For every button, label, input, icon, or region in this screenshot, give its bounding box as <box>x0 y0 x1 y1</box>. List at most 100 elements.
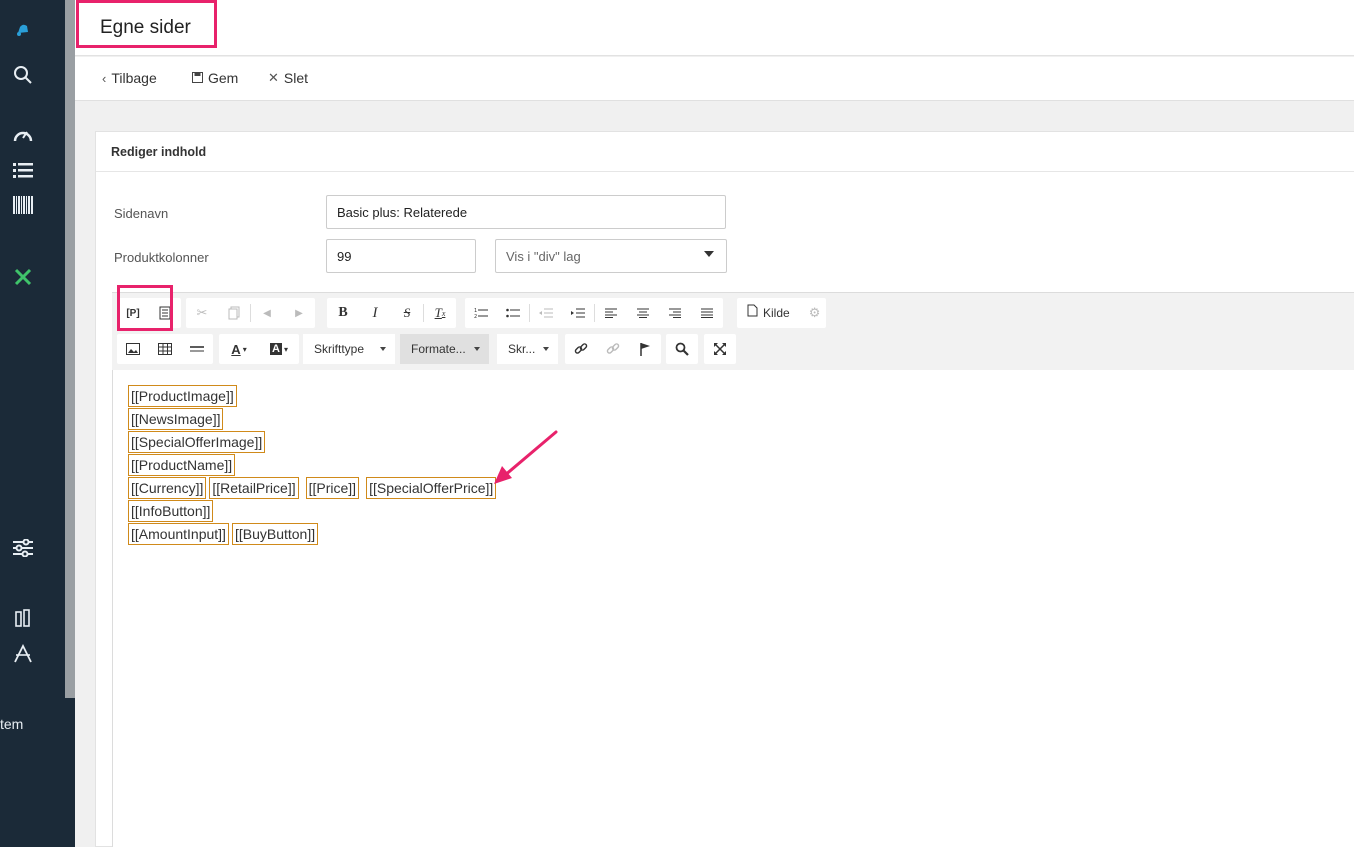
source-icon <box>747 304 758 322</box>
remove-format-icon[interactable]: Tx <box>424 298 456 328</box>
toolbar-group-media <box>117 334 213 364</box>
delete-label: Slet <box>283 70 309 86</box>
editor-line: [[Currency]] [[RetailPrice]] [[Price]] [… <box>128 477 497 499</box>
cut-icon[interactable]: ✂ <box>186 298 218 328</box>
sidebar-label[interactable]: tem <box>0 716 23 732</box>
save-label: Gem <box>208 70 239 86</box>
editor-line: [[ProductImage]] <box>128 385 237 407</box>
editor-content[interactable]: [[ProductImage]] [[NewsImage]] [[Special… <box>112 370 1354 847</box>
toolbar-group-clipboard: ✂ ◀ ▶ <box>186 298 315 328</box>
floppy-icon <box>192 71 203 86</box>
product-columns-label: Produktkolonner <box>114 250 209 265</box>
layout-select[interactable]: Vis i "div" lag <box>495 239 727 273</box>
copy-icon[interactable] <box>218 298 250 328</box>
delete-button[interactable]: ✕ Slet <box>268 70 308 86</box>
find-icon[interactable] <box>666 334 698 364</box>
barcode-icon[interactable] <box>12 194 34 216</box>
editor-line: [[NewsImage]] <box>128 408 224 430</box>
editor-line: [[AmountInput]] [[BuyButton]] <box>128 523 319 545</box>
speedometer-icon[interactable] <box>12 124 34 146</box>
placeholder-tag[interactable]: [[BuyButton]] <box>231 523 319 545</box>
annotation-arrow-icon <box>494 430 558 484</box>
maximize-icon[interactable] <box>704 334 736 364</box>
placeholder-tag[interactable]: [[SpecialOfferPrice]] <box>366 477 497 499</box>
font-family-select[interactable]: Skrifttype <box>303 334 395 364</box>
page-header: Egne sider <box>75 0 1354 56</box>
italic-icon[interactable]: I <box>359 298 391 328</box>
text-color-icon[interactable]: A ▾ <box>219 334 259 364</box>
source-label: Kilde <box>763 306 790 320</box>
settings-icon[interactable]: ⚙ <box>809 305 821 321</box>
page-name-label: Sidenavn <box>114 206 169 221</box>
placeholder-tag[interactable]: [[NewsImage]] <box>128 408 224 430</box>
sidebar-lower: tem <box>0 698 75 847</box>
page-name-input[interactable]: Basic plus: Relaterede <box>326 195 726 229</box>
strikethrough-icon[interactable]: S <box>391 298 423 328</box>
font-size-label: Skr... <box>508 342 536 356</box>
anchor-flag-icon[interactable] <box>629 334 661 364</box>
redo-icon[interactable]: ▶ <box>283 298 315 328</box>
font-size-select[interactable]: Skr... <box>497 334 558 364</box>
outdent-icon[interactable] <box>530 298 562 328</box>
font-family-label: Skrifttype <box>314 342 365 356</box>
back-button[interactable]: ‹ Tilbage <box>102 70 157 86</box>
save-button[interactable]: Gem <box>192 70 238 86</box>
numbered-list-icon[interactable]: 12 <box>465 298 497 328</box>
image-icon[interactable] <box>117 334 149 364</box>
justify-icon[interactable] <box>691 298 723 328</box>
format-label: Formate... <box>411 342 466 356</box>
bell-icon[interactable] <box>12 19 34 41</box>
table-icon[interactable] <box>149 334 181 364</box>
bullet-list-icon[interactable] <box>497 298 529 328</box>
toolbar-group-colors: A ▾ A ▾ <box>219 334 299 364</box>
panel-title: Rediger indhold <box>96 132 1354 172</box>
format-select[interactable]: Formate... <box>400 334 489 364</box>
placeholder-tag[interactable]: [[ProductImage]] <box>128 385 237 407</box>
font-icon[interactable] <box>12 643 34 665</box>
editor-line: [[InfoButton]] <box>128 500 214 522</box>
svg-text:2: 2 <box>474 314 477 319</box>
list-icon[interactable] <box>12 159 34 181</box>
product-columns-input[interactable]: 99 <box>326 239 476 273</box>
placeholder-tag[interactable]: [[AmountInput]] <box>128 523 229 545</box>
chevron-down-icon <box>543 347 550 351</box>
chevron-down-icon <box>474 347 480 351</box>
placeholder-tag[interactable]: [[ProductName]] <box>128 454 236 476</box>
placeholder-tag[interactable]: [[Currency]] <box>128 477 207 499</box>
undo-icon[interactable]: ◀ <box>251 298 283 328</box>
pencil-icon[interactable] <box>12 607 34 629</box>
align-right-icon[interactable] <box>659 298 691 328</box>
page-title: Egne sider <box>100 17 191 38</box>
horizontal-rule-icon[interactable] <box>181 334 213 364</box>
tools-icon[interactable] <box>12 266 34 288</box>
placeholder-tag[interactable]: [[SpecialOfferImage]] <box>128 431 266 453</box>
close-icon: ✕ <box>268 70 279 85</box>
align-left-icon[interactable] <box>595 298 627 328</box>
editor-toolbar: [P] ✂ ◀ ▶ B I S Tx 12 Kilde ⚙ A ▾ A ▾ Sk… <box>112 285 1354 370</box>
toolbar-group-basic-styles: B I S Tx <box>327 298 456 328</box>
placeholder-tag[interactable]: [[Price]] <box>305 477 360 499</box>
toolbar-group-links <box>565 334 661 364</box>
link-icon[interactable] <box>565 334 597 364</box>
chevron-left-icon: ‹ <box>102 70 107 86</box>
editor-line: [[SpecialOfferImage]] <box>128 431 266 453</box>
search-icon[interactable] <box>12 64 34 86</box>
align-center-icon[interactable] <box>627 298 659 328</box>
indent-icon[interactable] <box>562 298 594 328</box>
action-toolbar: ‹ Tilbage Gem ✕ Slet <box>75 57 1354 101</box>
source-button[interactable]: Kilde ⚙ <box>737 298 827 328</box>
toolbar-group-find <box>666 334 698 364</box>
editor-line: [[ProductName]] <box>128 454 236 476</box>
sidebar-divider <box>65 0 75 698</box>
unlink-icon[interactable] <box>597 334 629 364</box>
placeholder-tag[interactable]: [[RetailPrice]] <box>209 477 299 499</box>
chevron-down-icon <box>704 251 714 257</box>
chevron-down-icon <box>380 347 386 351</box>
edit-panel: Rediger indhold Sidenavn Basic plus: Rel… <box>95 131 1354 847</box>
background-color-icon[interactable]: A ▾ <box>259 334 299 364</box>
toolbar-group-view <box>704 334 736 364</box>
sliders-icon[interactable] <box>12 537 34 559</box>
bold-icon[interactable]: B <box>327 298 359 328</box>
placeholder-tag[interactable]: [[InfoButton]] <box>128 500 214 522</box>
back-label: Tilbage <box>111 70 157 86</box>
